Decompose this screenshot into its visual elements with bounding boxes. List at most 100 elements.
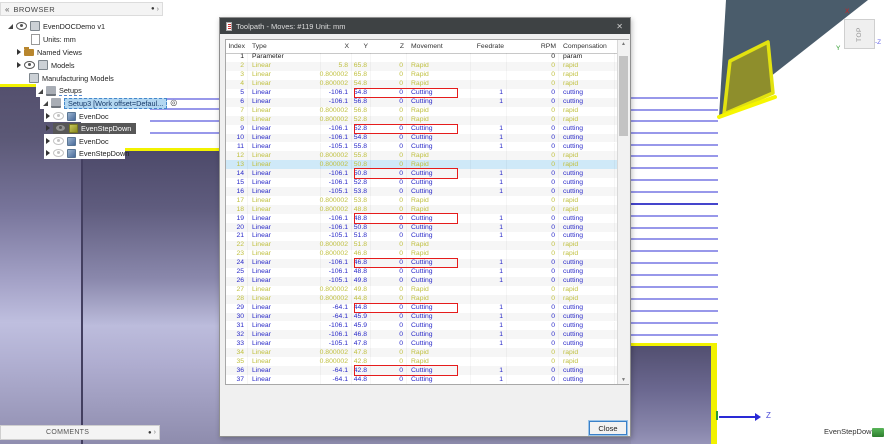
cell-kind: cutting: [559, 223, 615, 232]
visibility-eye-icon[interactable]: [53, 149, 64, 157]
table-row[interactable]: 1Parameter0param: [226, 53, 617, 62]
visibility-eye-icon[interactable]: [53, 112, 64, 120]
tree-item[interactable]: Units: mm: [0, 33, 219, 45]
table-row[interactable]: 22Linear0.80000251.80Rapid0rapid: [226, 241, 617, 250]
expand-open-triangle-icon[interactable]: [38, 89, 43, 94]
cell-rpm: 0: [507, 259, 559, 268]
table-row[interactable]: 12Linear0.80000255.80Rapid0rapid: [226, 151, 617, 160]
table-row[interactable]: 6Linear-106.156.80Cutting10cutting: [226, 98, 617, 107]
table-scrollbar[interactable]: ▲ ▼: [617, 40, 629, 384]
panel-chevron-icon[interactable]: ›: [157, 6, 159, 13]
cell-feedrate: 1: [471, 322, 507, 331]
expand-open-triangle-icon[interactable]: [43, 101, 48, 106]
comments-bar[interactable]: COMMENTS ● ›: [0, 425, 160, 440]
tree-item[interactable]: EvenDOCDemo v1: [0, 20, 219, 32]
view-cube[interactable]: TOP: [844, 19, 875, 49]
cell-feedrate: [471, 295, 507, 304]
table-row[interactable]: 20Linear-106.150.80Cutting10cutting: [226, 223, 617, 232]
table-row[interactable]: 25Linear-106.148.80Cutting10cutting: [226, 268, 617, 277]
table-row[interactable]: 33Linear-105.147.80Cutting10cutting: [226, 339, 617, 348]
comments-menu-icon[interactable]: ●: [148, 430, 152, 436]
table-row[interactable]: 26Linear-105.149.80Cutting10cutting: [226, 277, 617, 286]
scroll-up-icon[interactable]: ▲: [618, 41, 629, 47]
tree-item-content: Setup3 [Work offset=Defaul...◎: [43, 97, 177, 109]
cell-rpm: 0: [507, 169, 559, 178]
table-row[interactable]: 30Linear-64.145.90Cutting10cutting: [226, 313, 617, 322]
cell-index: 37: [226, 375, 248, 384]
close-button[interactable]: Close: [589, 421, 627, 435]
table-row[interactable]: 27Linear0.80000249.80Rapid0rapid: [226, 286, 617, 295]
origin-z-axis-label: Z: [766, 411, 771, 420]
cell-y: 55.8: [352, 151, 371, 160]
tree-item[interactable]: EvenStepDown: [0, 122, 219, 134]
cell-feedrate: 1: [471, 125, 507, 134]
cell-x: -106.1: [321, 98, 352, 107]
cell-rpm: 0: [507, 196, 559, 205]
cell-kind: rapid: [559, 151, 615, 160]
cell-rpm: 0: [507, 313, 559, 322]
cell-x: -64.1: [321, 375, 352, 384]
comments-chevron-icon[interactable]: ›: [154, 429, 156, 436]
visibility-eye-icon[interactable]: [55, 124, 66, 132]
cell-movement: Cutting: [407, 178, 471, 187]
cell-rpm: 0: [507, 160, 559, 169]
table-row[interactable]: 10Linear-106.154.80Cutting10cutting: [226, 134, 617, 143]
table-row[interactable]: 7Linear0.80000256.80Rapid0rapid: [226, 107, 617, 116]
origin-y-tick: [716, 411, 718, 420]
tree-item[interactable]: EvenDoc: [0, 110, 219, 122]
expand-closed-triangle-icon[interactable]: [17, 49, 21, 55]
expand-closed-triangle-icon[interactable]: [46, 125, 50, 131]
setup-icon: [46, 86, 56, 96]
cell-x: 0.800002: [321, 286, 352, 295]
cell-kind: rapid: [559, 71, 615, 80]
table-row[interactable]: 32Linear-106.146.80Cutting10cutting: [226, 330, 617, 339]
cell-index: 21: [226, 232, 248, 241]
toolpath-operation-icon: [67, 149, 76, 158]
table-row[interactable]: 34Linear0.80000247.80Rapid0rapid: [226, 348, 617, 357]
cell-kind: rapid: [559, 348, 615, 357]
toolpath-line: [631, 227, 718, 229]
table-row[interactable]: 15Linear-106.152.80Cutting10cutting: [226, 178, 617, 187]
table-row[interactable]: 21Linear-105.151.80Cutting10cutting: [226, 232, 617, 241]
table-row[interactable]: 16Linear-105.153.80Cutting10cutting: [226, 187, 617, 196]
expand-closed-triangle-icon[interactable]: [46, 113, 50, 119]
scrollbar-thumb[interactable]: [619, 56, 628, 136]
table-row[interactable]: 3Linear0.80000265.80Rapid0rapid: [226, 71, 617, 80]
visibility-eye-icon[interactable]: [16, 22, 27, 30]
table-row[interactable]: 31Linear-106.145.90Cutting10cutting: [226, 322, 617, 331]
panel-menu-icon[interactable]: ●: [151, 6, 155, 12]
table-row[interactable]: 17Linear0.80000253.80Rapid0rapid: [226, 196, 617, 205]
visibility-eye-icon[interactable]: [24, 61, 35, 69]
expand-closed-triangle-icon[interactable]: [46, 138, 50, 144]
expand-closed-triangle-icon[interactable]: [17, 62, 21, 68]
table-row[interactable]: 2Linear5.865.80Rapid0rapid: [226, 62, 617, 71]
browser-panel-header[interactable]: « BROWSER ● ›: [0, 2, 163, 16]
activate-target-icon[interactable]: ◎: [170, 99, 177, 107]
tree-item[interactable]: Named Views: [0, 46, 219, 58]
cell-movement: Cutting: [407, 330, 471, 339]
dialog-title: Toolpath - Moves: #119 Unit: mm: [236, 22, 616, 31]
tree-item[interactable]: Setup3 [Work offset=Defaul...◎: [0, 97, 219, 109]
collapse-panel-icon[interactable]: «: [5, 5, 9, 14]
tree-item[interactable]: Manufacturing Models: [0, 72, 219, 84]
cell-rpm: 0: [507, 98, 559, 107]
cell-kind: cutting: [559, 366, 615, 375]
table-row[interactable]: 11Linear-105.155.80Cutting10cutting: [226, 143, 617, 152]
cell-rpm: 0: [507, 214, 559, 223]
tree-item[interactable]: EvenStepDown: [0, 147, 219, 159]
cell-index: 9: [226, 125, 248, 134]
cell-index: 19: [226, 214, 248, 223]
close-icon[interactable]: ✕: [616, 22, 623, 31]
visibility-eye-icon[interactable]: [53, 137, 64, 145]
close-button-label: Close: [598, 424, 617, 433]
dialog-title-bar[interactable]: Toolpath - Moves: #119 Unit: mm ✕: [220, 18, 630, 34]
cell-z: 0: [371, 348, 407, 357]
expand-closed-triangle-icon[interactable]: [46, 150, 50, 156]
tree-item[interactable]: Models: [0, 59, 219, 71]
tree-item-label: Units: mm: [43, 35, 76, 44]
cell-type: Linear: [248, 134, 321, 143]
cell-x: 5.8: [321, 62, 352, 71]
table-row[interactable]: 37Linear-64.144.80Cutting10cutting: [226, 375, 617, 384]
expand-open-triangle-icon[interactable]: [8, 24, 13, 29]
scroll-down-icon[interactable]: ▼: [618, 377, 629, 383]
